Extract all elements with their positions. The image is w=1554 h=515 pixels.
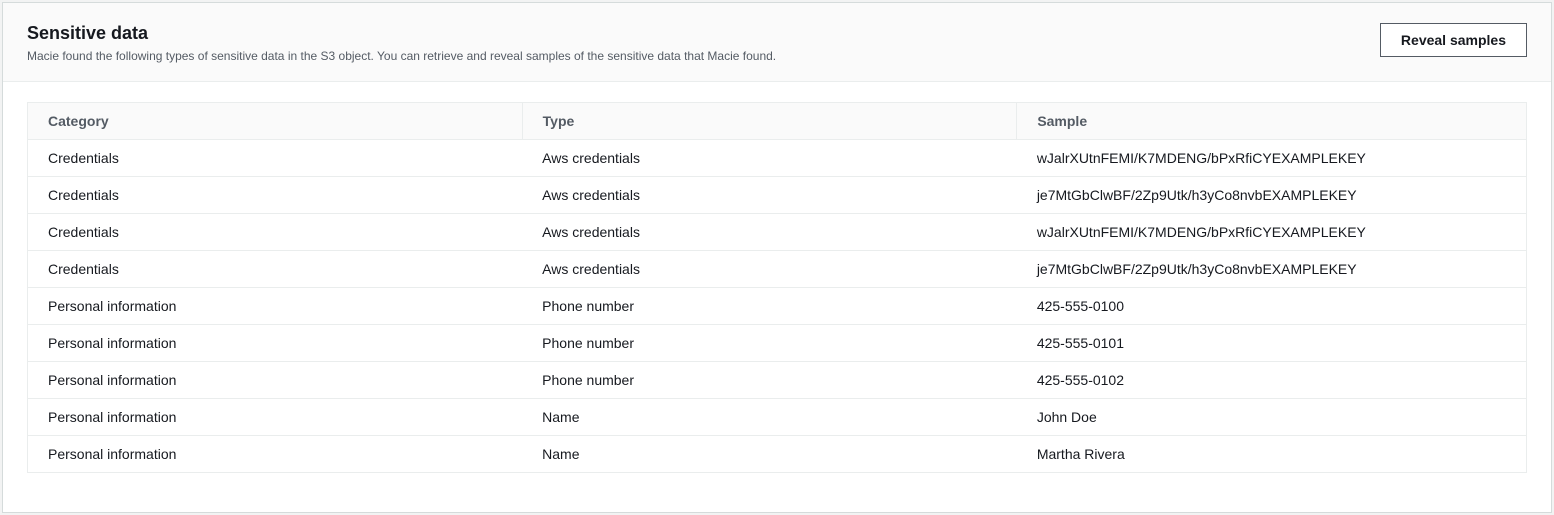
- cell-sample: 425-555-0100: [1017, 287, 1527, 324]
- cell-category: Personal information: [28, 287, 523, 324]
- cell-category: Credentials: [28, 139, 523, 176]
- table-row: CredentialsAws credentialsje7MtGbClwBF/2…: [28, 176, 1527, 213]
- cell-sample: John Doe: [1017, 398, 1527, 435]
- cell-sample: je7MtGbClwBF/2Zp9Utk/h3yCo8nvbEXAMPLEKEY: [1017, 176, 1527, 213]
- cell-sample: wJalrXUtnFEMI/K7MDENG/bPxRfiCYEXAMPLEKEY: [1017, 139, 1527, 176]
- cell-type: Phone number: [522, 324, 1017, 361]
- cell-category: Credentials: [28, 213, 523, 250]
- table-row: Personal informationNameJohn Doe: [28, 398, 1527, 435]
- cell-category: Credentials: [28, 176, 523, 213]
- cell-type: Name: [522, 435, 1017, 472]
- panel-description: Macie found the following types of sensi…: [27, 48, 1380, 65]
- table-row: Personal informationNameMartha Rivera: [28, 435, 1527, 472]
- cell-sample: wJalrXUtnFEMI/K7MDENG/bPxRfiCYEXAMPLEKEY: [1017, 213, 1527, 250]
- table-row: Personal informationPhone number425-555-…: [28, 324, 1527, 361]
- cell-type: Aws credentials: [522, 213, 1017, 250]
- panel-header-text: Sensitive data Macie found the following…: [27, 23, 1380, 65]
- sensitive-data-table: Category Type Sample CredentialsAws cred…: [27, 102, 1527, 473]
- table-row: CredentialsAws credentialswJalrXUtnFEMI/…: [28, 213, 1527, 250]
- cell-type: Phone number: [522, 361, 1017, 398]
- reveal-samples-button[interactable]: Reveal samples: [1380, 23, 1527, 57]
- cell-sample: 425-555-0102: [1017, 361, 1527, 398]
- table-container: Category Type Sample CredentialsAws cred…: [3, 82, 1551, 493]
- cell-category: Personal information: [28, 398, 523, 435]
- cell-type: Name: [522, 398, 1017, 435]
- table-body: CredentialsAws credentialswJalrXUtnFEMI/…: [28, 139, 1527, 472]
- cell-sample: Martha Rivera: [1017, 435, 1527, 472]
- cell-type: Aws credentials: [522, 250, 1017, 287]
- column-header-category: Category: [28, 102, 523, 139]
- table-header-row: Category Type Sample: [28, 102, 1527, 139]
- column-header-sample: Sample: [1017, 102, 1527, 139]
- sensitive-data-panel: Sensitive data Macie found the following…: [2, 2, 1552, 513]
- table-row: CredentialsAws credentialswJalrXUtnFEMI/…: [28, 139, 1527, 176]
- cell-sample: je7MtGbClwBF/2Zp9Utk/h3yCo8nvbEXAMPLEKEY: [1017, 250, 1527, 287]
- cell-category: Personal information: [28, 435, 523, 472]
- table-row: Personal informationPhone number425-555-…: [28, 287, 1527, 324]
- cell-category: Credentials: [28, 250, 523, 287]
- column-header-type: Type: [522, 102, 1017, 139]
- panel-title: Sensitive data: [27, 23, 1380, 44]
- cell-type: Aws credentials: [522, 139, 1017, 176]
- cell-sample: 425-555-0101: [1017, 324, 1527, 361]
- panel-header: Sensitive data Macie found the following…: [3, 3, 1551, 82]
- cell-category: Personal information: [28, 324, 523, 361]
- cell-type: Aws credentials: [522, 176, 1017, 213]
- table-row: Personal informationPhone number425-555-…: [28, 361, 1527, 398]
- cell-category: Personal information: [28, 361, 523, 398]
- cell-type: Phone number: [522, 287, 1017, 324]
- table-row: CredentialsAws credentialsje7MtGbClwBF/2…: [28, 250, 1527, 287]
